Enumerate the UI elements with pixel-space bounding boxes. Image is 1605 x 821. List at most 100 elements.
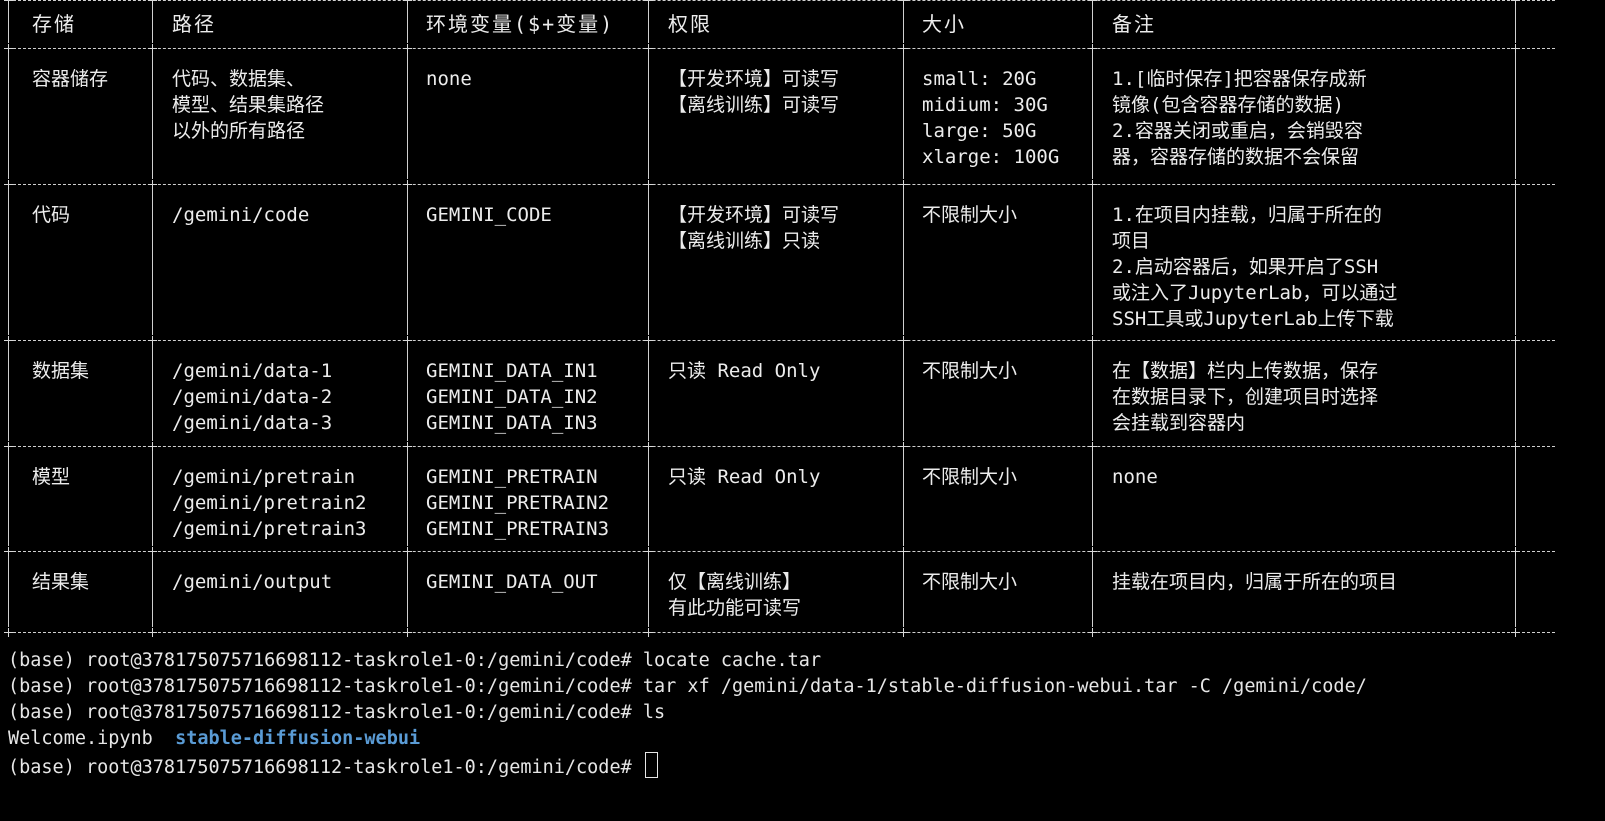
table-corner (1088, 44, 1097, 53)
table-corner (644, 547, 653, 556)
size-text: large: 50G (922, 120, 1037, 142)
table-corner (148, 180, 157, 189)
table-column-rule (903, 556, 904, 627)
table-column-rule (407, 53, 408, 179)
cell-permission: 只读 Read Only (668, 358, 820, 384)
table-corner (899, 547, 908, 556)
cell-path: /gemini/data-1/gemini/data-2/gemini/data… (172, 358, 332, 436)
table-column-rule (152, 189, 153, 335)
table-rule (8, 446, 1555, 447)
size-text: 不限制大小 (922, 360, 1018, 382)
table-rule (8, 632, 1555, 633)
note-text: 挂载在项目内，归属于所在的项目 (1112, 571, 1398, 593)
size-text: 不限制大小 (922, 571, 1018, 593)
prompt: (base) root@378175075716698112-taskrole1… (8, 650, 643, 671)
table-rule (8, 551, 1555, 552)
note-text: 2.启动容器后，如果开启了SSH (1112, 256, 1379, 278)
table-column-rule (8, 5, 9, 43)
cell-env-var: GEMINI_PRETRAIN GEMINI_PRETRAIN2 GEMINI_PR… (426, 464, 609, 542)
cell-note: 在【数据】栏内上传数据，保存 在数据目录下，创建项目时选择 会挂载到容器内 (1112, 358, 1378, 436)
table-corner (1088, 180, 1097, 189)
command-text: tar xf /gemini/data-1/stable-diffusion-w… (642, 676, 1367, 697)
prompt: (base) root@378175075716698112-taskrole1… (8, 702, 643, 723)
note-text: 会挂载到容器内 (1112, 412, 1246, 434)
table-corner (148, 442, 157, 451)
table-column-rule (648, 53, 649, 179)
table-corner (644, 442, 653, 451)
size-text: 不限制大小 (922, 466, 1018, 488)
header-storage: 存储 (32, 12, 76, 36)
path-text: 模型、结果集路径 (172, 94, 325, 116)
table-corner (1511, 336, 1520, 345)
cell-storage: 模型 (32, 464, 70, 490)
table-column-rule (903, 345, 904, 441)
table-corner (1088, 336, 1097, 345)
command-line-3: (base) root@378175075716698112-taskrole1… (8, 700, 665, 726)
storage-text: 数据集 (32, 360, 90, 382)
cell-storage: 代码 (32, 202, 70, 228)
table-column-rule (8, 451, 9, 546)
table-rule (8, 340, 1555, 341)
table-column-rule (648, 451, 649, 546)
table-corner (899, 44, 908, 53)
table-column-rule (903, 53, 904, 179)
note-text: 在【数据】栏内上传数据，保存 (1112, 360, 1379, 382)
table-corner (148, 547, 157, 556)
table-corner (403, 628, 412, 637)
command-text: locate cache.tar (642, 650, 822, 671)
cell-permission: 仅【离线训练】 有此功能可读写 (668, 569, 801, 621)
header-env-var: 环境变量($+变量) (426, 12, 615, 36)
table-column-rule (8, 345, 9, 441)
path-text: /gemini/pretrain3 (172, 518, 367, 540)
cell-permission: 【开发环境】可读写 【离线训练】可读写 (668, 66, 839, 118)
command-line-1: (base) root@378175075716698112-taskrole1… (8, 648, 821, 674)
path-text: /gemini/data-1 (172, 360, 333, 382)
terminal-cursor (644, 752, 658, 778)
cell-note: none (1112, 464, 1158, 490)
cell-storage: 数据集 (32, 358, 89, 384)
table-column-rule (1515, 556, 1516, 627)
env-var-text: GEMINI_PRETRAIN (426, 466, 598, 488)
terminal-window[interactable]: 存储 路径 环境变量($+变量) 权限 大小 备注 容器储存 代码、数据集、 模型、结果集路径以… (0, 0, 1605, 821)
cell-size: 不限制大小 (922, 569, 1017, 595)
table-column-rule (407, 556, 408, 627)
cell-size: 不限制大小 (922, 358, 1017, 384)
storage-text: 代码 (32, 204, 71, 226)
table-column-rule (1515, 345, 1516, 441)
env-var-text: none (426, 68, 472, 90)
table-corner (1088, 628, 1097, 637)
table-column-rule (1515, 189, 1516, 335)
note-text: 1.在项目内挂载，归属于所在的 (1112, 204, 1382, 226)
table-column-rule (648, 345, 649, 441)
path-text: /gemini/output (172, 571, 333, 593)
cell-storage: 结果集 (32, 569, 89, 595)
storage-text: 容器储存 (32, 68, 109, 90)
table-column-rule (903, 5, 904, 43)
table-column-rule (1515, 53, 1516, 179)
table-corner (644, 180, 653, 189)
cell-size: 不限制大小 (922, 464, 1017, 490)
command-line-active[interactable]: (base) root@378175075716698112-taskrole1… (8, 752, 658, 781)
permission-text: 【开发环境】可读写 (668, 204, 840, 226)
table-column-rule (648, 5, 649, 43)
table-rule (8, 184, 1555, 185)
cell-env-var: GEMINI_DATA_OUT (426, 569, 598, 595)
table-corner (1511, 547, 1520, 556)
cell-env-var: GEMINI_CODE (426, 202, 552, 228)
path-text: 以外的所有路径 (172, 120, 306, 142)
table-corner (644, 336, 653, 345)
table-corner (899, 336, 908, 345)
table-column-rule (1092, 345, 1093, 441)
env-var-text: GEMINI_DATA_OUT (426, 571, 598, 593)
permission-text: 仅【离线训练】 (668, 571, 802, 593)
path-text: /gemini/pretrain2 (172, 492, 367, 514)
ls-file-entry: Welcome.ipynb (8, 728, 153, 749)
prompt: (base) root@378175075716698112-taskrole1… (8, 676, 643, 697)
table-corner (899, 180, 908, 189)
permission-text: 【离线训练】只读 (668, 230, 821, 252)
note-text: 2.容器关闭或重启，会销毁容 (1112, 120, 1363, 142)
storage-text: 结果集 (32, 571, 90, 593)
permission-text: 只读 Read Only (668, 360, 821, 382)
table-column-rule (8, 53, 9, 179)
cell-note: 1.在项目内挂载，归属于所在的 项目 2.启动容器后，如果开启了SSH 或注入了Jup… (1112, 202, 1397, 332)
